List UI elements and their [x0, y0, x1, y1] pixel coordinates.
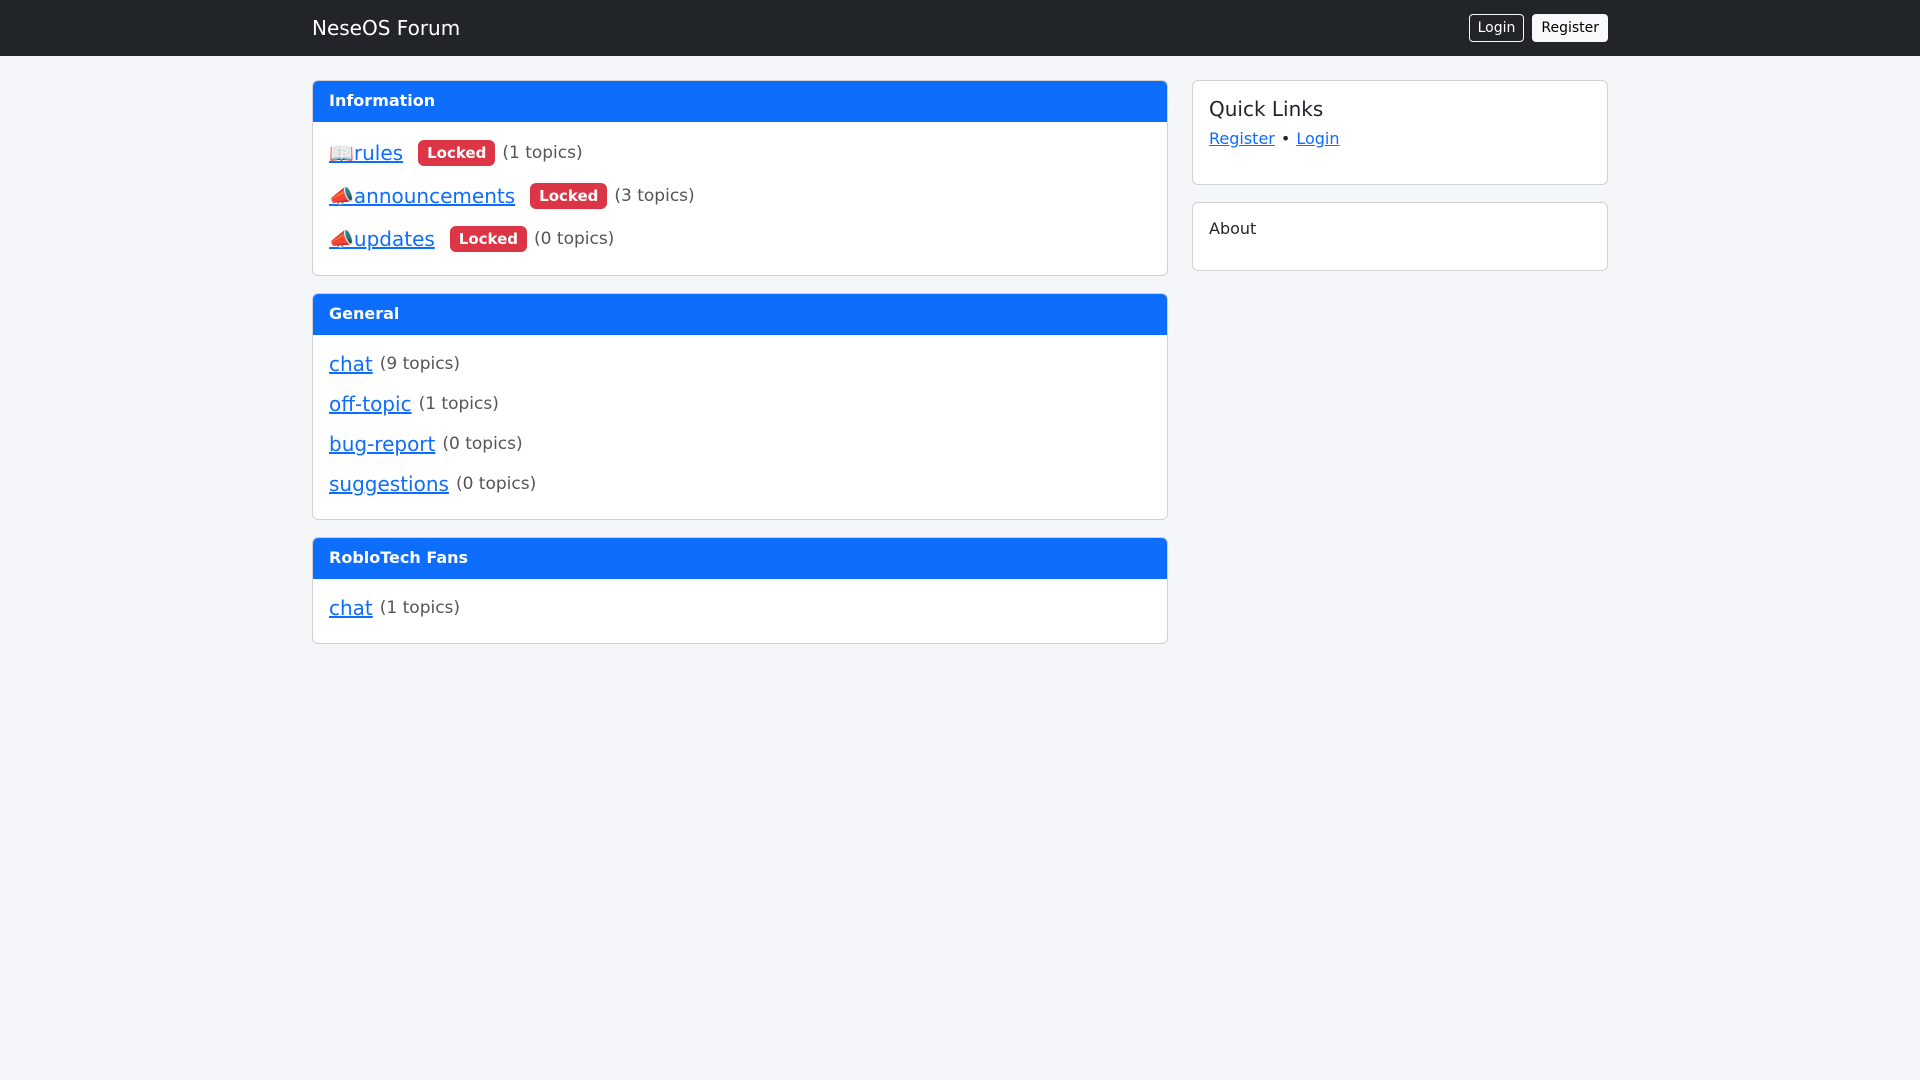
- forum-item: chat (9 topics): [329, 351, 1151, 377]
- megaphone-icon: 📣: [329, 184, 354, 208]
- category-information: Information 📖rules Locked (1 topics) 📣an…: [312, 80, 1168, 276]
- forum-item: 📣announcements Locked (3 topics): [329, 181, 1151, 211]
- topic-count: (1 topics): [502, 143, 583, 163]
- quick-link-login[interactable]: Login: [1296, 129, 1339, 148]
- locked-badge: Locked: [449, 226, 528, 252]
- forum-item: suggestions (0 topics): [329, 471, 1151, 497]
- category-header: General: [313, 294, 1167, 335]
- separator: •: [1280, 129, 1291, 148]
- topic-count: (1 topics): [418, 394, 499, 414]
- category-general: General chat (9 topics) off-topic (1 topic…: [312, 293, 1168, 520]
- forum-link-chat[interactable]: chat: [329, 352, 373, 376]
- forum-link-updates[interactable]: 📣updates: [329, 227, 435, 251]
- forum-link-rules[interactable]: 📖rules: [329, 141, 403, 165]
- forum-link-chat[interactable]: chat: [329, 596, 373, 620]
- topic-count: (0 topics): [455, 474, 537, 494]
- topic-count: (1 topics): [379, 598, 461, 618]
- forum-categories: Information 📖rules Locked (1 topics) 📣an…: [312, 80, 1168, 661]
- category-header: RobloTech Fans: [313, 538, 1167, 579]
- megaphone-icon: 📣: [329, 227, 354, 251]
- login-button[interactable]: Login: [1468, 14, 1525, 42]
- sidebar: Quick Links Register • Login About: [1192, 80, 1608, 661]
- forum-item: bug-report (0 topics): [329, 431, 1151, 457]
- forum-link-off-topic[interactable]: off-topic: [329, 392, 412, 416]
- register-button[interactable]: Register: [1532, 14, 1608, 42]
- about-card: About: [1192, 202, 1608, 271]
- topic-count: (0 topics): [534, 229, 615, 249]
- about-title: About: [1209, 219, 1257, 238]
- quick-links-title: Quick Links: [1209, 97, 1324, 121]
- forum-link-bug-report[interactable]: bug-report: [329, 432, 435, 456]
- forum-item: 📖rules Locked (1 topics): [329, 138, 1151, 168]
- forum-link-suggestions[interactable]: suggestions: [329, 472, 449, 496]
- quick-links-card: Quick Links Register • Login: [1192, 80, 1608, 185]
- locked-badge: Locked: [418, 140, 496, 166]
- forum-item: off-topic (1 topics): [329, 391, 1151, 417]
- forum-item: chat (1 topics): [329, 595, 1151, 621]
- topic-count: (0 topics): [442, 434, 523, 454]
- topic-count: (9 topics): [379, 354, 461, 374]
- locked-badge: Locked: [530, 183, 608, 209]
- book-icon: 📖: [329, 141, 354, 165]
- forum-item: 📣updates Locked (0 topics): [329, 224, 1151, 254]
- category-header: Information: [313, 81, 1167, 122]
- category-roblotech-fans: RobloTech Fans chat (1 topics): [312, 537, 1168, 644]
- quick-link-register[interactable]: Register: [1209, 129, 1275, 148]
- brand-link[interactable]: NeseOS Forum: [312, 16, 460, 40]
- navbar: NeseOS Forum Login Register: [0, 0, 1920, 56]
- topic-count: (3 topics): [614, 186, 695, 206]
- forum-link-announcements[interactable]: 📣announcements: [329, 184, 515, 208]
